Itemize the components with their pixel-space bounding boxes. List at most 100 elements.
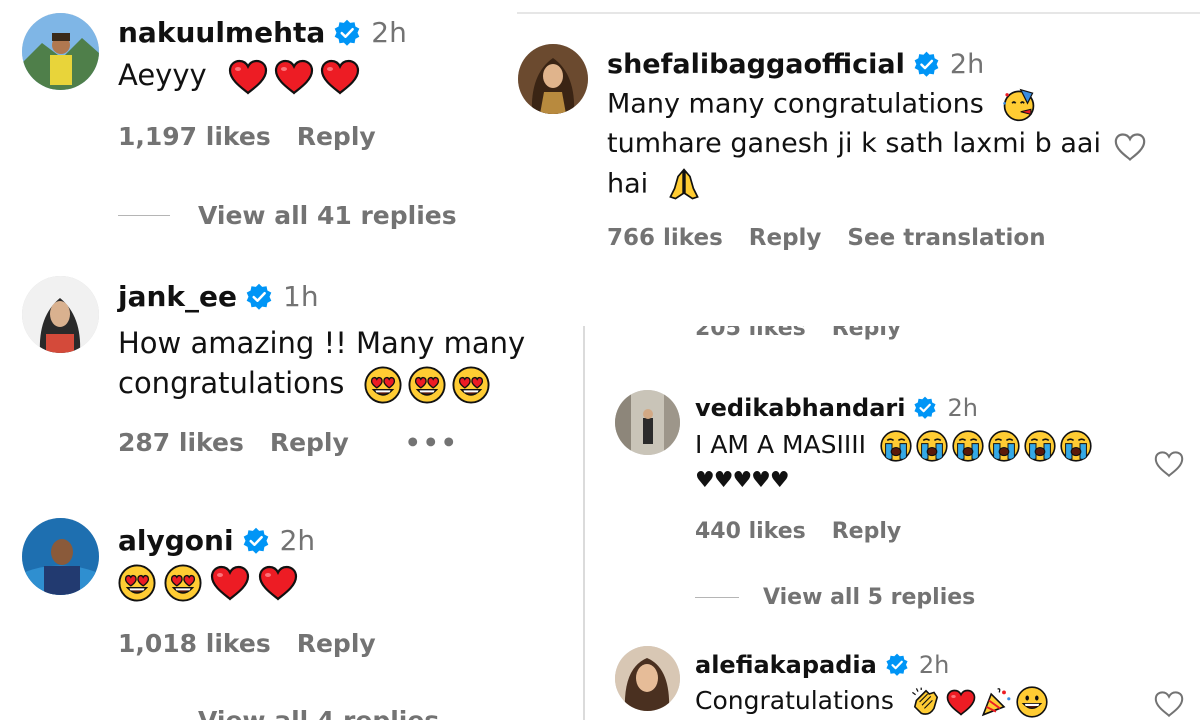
heart-eyes-icon	[408, 366, 446, 404]
comment-header: vedikabhandari 2h	[695, 394, 978, 422]
comment-text-line-1: How amazing !! Many many	[118, 326, 526, 360]
view-replies-button[interactable]: View all 41 replies	[118, 201, 457, 230]
comment-header: shefalibaggaofficial 2h	[607, 49, 984, 80]
party-popper-icon	[980, 686, 1012, 718]
comment-item: jank_ee 1h How amazing !! Many many cong…	[0, 262, 583, 502]
reply-button[interactable]: Reply	[749, 225, 822, 251]
heart-eyes-icon	[364, 366, 402, 404]
heart-eyes-icon	[452, 366, 490, 404]
heart-eyes-icon	[118, 564, 156, 602]
heart-eyes-icon	[164, 564, 202, 602]
reply-button[interactable]: Reply	[270, 428, 349, 457]
panel-top-border	[517, 12, 1200, 14]
grinning-face-icon	[1016, 686, 1048, 718]
red-heart-icon	[946, 689, 976, 716]
like-heart-icon[interactable]	[1153, 690, 1185, 718]
right-bottom-comments-panel: 205 likes Reply vedikabhandari 2h I AM A …	[583, 326, 1200, 720]
red-heart-icon	[274, 59, 314, 95]
comment-body: Many many congratulations	[607, 88, 984, 120]
verified-badge-icon	[885, 653, 909, 677]
comment-text: Congratulations	[695, 686, 1048, 718]
likes-count[interactable]: 766 likes	[607, 225, 723, 251]
username[interactable]: alefiakapadia	[695, 651, 877, 679]
comment-body: hai	[607, 168, 649, 200]
view-replies-label: View all 5 replies	[763, 585, 976, 610]
avatar[interactable]	[22, 13, 99, 90]
red-heart-icon	[258, 565, 298, 601]
username[interactable]: vedikabhandari	[695, 394, 905, 422]
comment-actions: 1,197 likes Reply	[118, 122, 402, 151]
view-replies-label: View all 41 replies	[198, 201, 457, 230]
verified-badge-icon	[333, 19, 361, 47]
comment-header: nakuulmehta 2h	[118, 16, 407, 49]
comment-actions: 766 likes Reply See translation	[607, 225, 1072, 251]
timestamp: 1h	[283, 280, 319, 313]
comment-actions: 287 likes Reply •••	[118, 428, 485, 457]
crying-face-icon	[1060, 430, 1092, 462]
view-replies-button[interactable]: View all 4 replies	[118, 706, 439, 720]
crying-face-icon	[916, 430, 948, 462]
verified-badge-icon	[913, 396, 937, 420]
view-replies-label: View all 4 replies	[198, 706, 439, 720]
comment-actions: 440 likes Reply	[695, 519, 927, 544]
comment-actions: 1,018 likes Reply	[118, 629, 402, 658]
comment-item: alygoni 2h 1,018 likes Reply View all 4 r…	[0, 504, 583, 720]
comment-text-line-3: hai	[607, 168, 701, 202]
likes-count[interactable]: 1,018 likes	[118, 629, 271, 658]
comment-header: alefiakapadia 2h	[695, 651, 949, 679]
avatar[interactable]	[22, 276, 99, 353]
timestamp: 2h	[949, 49, 985, 80]
comment-body: congratulations	[118, 366, 345, 400]
comment-body: Congratulations	[695, 686, 894, 715]
verified-badge-icon	[913, 51, 940, 78]
username[interactable]: alygoni	[118, 524, 234, 557]
comment-body: I AM A MASIIII	[695, 430, 867, 459]
username[interactable]: nakuulmehta	[118, 16, 325, 49]
like-heart-icon[interactable]	[1153, 450, 1185, 478]
replies-divider	[118, 215, 170, 216]
timestamp: 2h	[947, 394, 978, 422]
red-heart-icon	[210, 565, 250, 601]
avatar[interactable]	[615, 390, 680, 455]
red-heart-icon	[228, 59, 268, 95]
comment-item: nakuulmehta 2h Aeyyy 1,197 likes Reply Vi…	[0, 0, 583, 260]
clapping-hands-icon	[910, 686, 942, 718]
comment-text	[118, 564, 298, 602]
username[interactable]: shefalibaggaofficial	[607, 49, 905, 80]
crying-face-icon	[952, 430, 984, 462]
comment-text: I AM A MASIIII	[695, 430, 1092, 462]
likes-count[interactable]: 1,197 likes	[118, 122, 271, 151]
crying-face-icon	[1024, 430, 1056, 462]
avatar[interactable]	[518, 44, 588, 114]
comment-text-line-1: Many many congratulations	[607, 88, 1036, 122]
avatar[interactable]	[615, 646, 680, 711]
comment-header: alygoni 2h	[118, 524, 315, 557]
timestamp: 2h	[371, 16, 407, 49]
comment-actions-cutoff: 205 likes Reply	[695, 326, 927, 341]
more-options-icon[interactable]: •••	[405, 428, 459, 457]
comment-text-line-2: tumhare ganesh ji k sath laxmi b aai	[607, 128, 1101, 159]
folded-hands-icon	[667, 168, 701, 202]
reply-button[interactable]: Reply	[297, 629, 376, 658]
likes-count[interactable]: 205 likes	[695, 326, 806, 341]
comment-body: Aeyyy	[118, 58, 207, 92]
red-heart-icon	[320, 59, 360, 95]
left-comments-panel: nakuulmehta 2h Aeyyy 1,197 likes Reply Vi…	[0, 0, 583, 720]
verified-badge-icon	[245, 283, 273, 311]
like-heart-icon[interactable]	[1113, 132, 1147, 162]
black-hearts-line: ♥♥♥♥♥	[695, 468, 790, 493]
view-replies-button[interactable]: View all 5 replies	[695, 585, 975, 610]
timestamp: 2h	[279, 524, 316, 557]
replies-divider	[695, 597, 739, 598]
see-translation-button[interactable]: See translation	[847, 225, 1045, 251]
username[interactable]: jank_ee	[118, 280, 237, 313]
reply-button[interactable]: Reply	[832, 326, 902, 341]
reply-button[interactable]: Reply	[297, 122, 376, 151]
avatar[interactable]	[22, 518, 99, 595]
reply-button[interactable]: Reply	[832, 519, 902, 544]
likes-count[interactable]: 287 likes	[118, 428, 244, 457]
likes-count[interactable]: 440 likes	[695, 519, 806, 544]
timestamp: 2h	[918, 651, 950, 679]
comment-text-line-2: congratulations	[118, 366, 490, 404]
verified-badge-icon	[242, 527, 270, 555]
